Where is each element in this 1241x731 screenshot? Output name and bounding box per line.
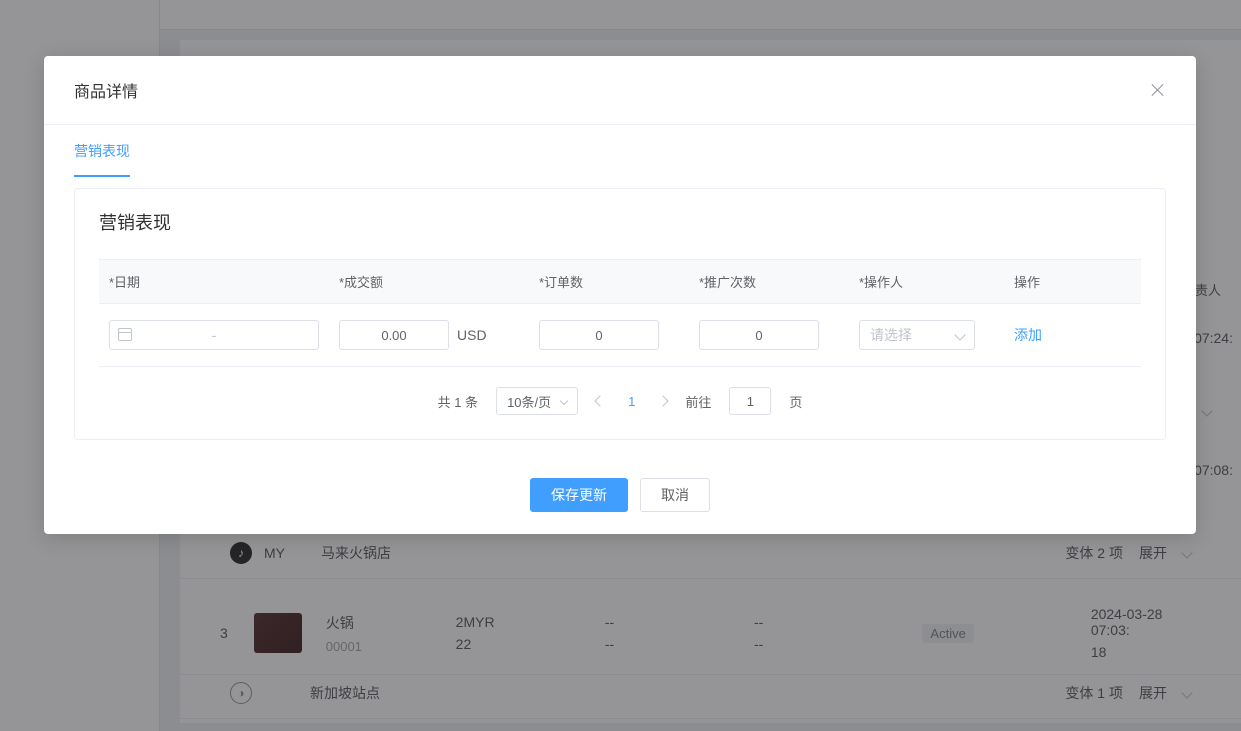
product-detail-modal: 商品详情 营销表现 营销表现 *日期 *成交额 *订单数 *推广次数 *操作人 … [44,56,1196,534]
modal-header: 商品详情 [44,56,1196,125]
promo-input[interactable] [699,320,819,350]
modal-overlay[interactable]: 商品详情 营销表现 营销表现 *日期 *成交额 *订单数 *推广次数 *操作人 … [0,0,1241,731]
card-title: 营销表现 [99,209,1141,235]
table-header: *日期 *成交额 *订单数 *推广次数 *操作人 操作 [99,259,1141,304]
chevron-down-icon [954,329,965,340]
goto-prefix: 前往 [685,392,711,411]
column-header-action: 操作 [1014,272,1131,291]
add-link[interactable]: 添加 [1014,327,1042,343]
amount-input[interactable] [339,320,449,350]
chevron-down-icon [560,397,568,405]
cancel-button[interactable]: 取消 [640,478,710,512]
page-size-label: 10条/页 [507,392,551,411]
pagination-total: 共 1 条 [438,392,478,411]
page-size-select[interactable]: 10条/页 [496,387,578,415]
pagination: 共 1 条 10条/页 1 前往 页 [99,367,1141,419]
marketing-card: 营销表现 *日期 *成交额 *订单数 *推广次数 *操作人 操作 - [74,188,1166,440]
close-icon[interactable] [1150,82,1166,98]
column-header-amount: *成交额 [339,272,539,291]
column-header-date: *日期 [109,272,339,291]
prev-page-button[interactable] [594,395,605,406]
column-header-operator: *操作人 [859,272,1014,291]
table-row: - USD [99,304,1141,367]
page-number[interactable]: 1 [622,394,641,409]
column-header-promo: *推广次数 [699,272,859,291]
column-header-orders: *订单数 [539,272,699,291]
date-separator: - [212,327,217,343]
calendar-icon [118,328,132,341]
modal-body: 营销表现 营销表现 *日期 *成交额 *订单数 *推广次数 *操作人 操作 [44,125,1196,460]
goto-page-input[interactable] [729,387,771,415]
tab-marketing[interactable]: 营销表现 [74,125,130,177]
save-button[interactable]: 保存更新 [530,478,628,512]
goto-suffix: 页 [789,392,802,411]
modal-title: 商品详情 [74,78,138,102]
modal-footer: 保存更新 取消 [44,460,1196,534]
date-range-picker[interactable]: - [109,320,319,350]
orders-input[interactable] [539,320,659,350]
currency-label: USD [457,327,487,343]
tabs: 营销表现 [74,125,1166,178]
next-page-button[interactable] [658,395,669,406]
operator-select[interactable]: 请选择 [859,320,975,350]
select-placeholder: 请选择 [870,325,912,345]
